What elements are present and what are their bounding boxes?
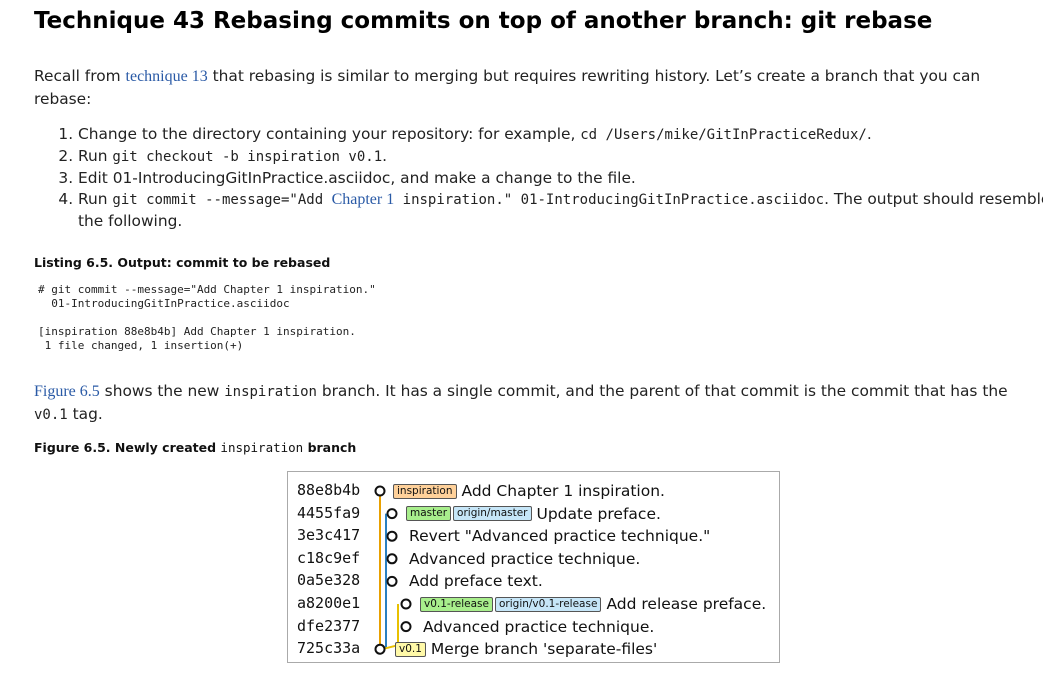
ref-label: v0.1 xyxy=(395,641,426,657)
step-4: Run git commit --message="Add Chapter 1 … xyxy=(78,189,1043,232)
ref-label: master xyxy=(406,506,452,522)
intro-paragraph: Recall from technique 13 that rebasing i… xyxy=(34,65,1024,110)
commit-message: Update preface. xyxy=(536,504,661,523)
cd-command: cd /Users/mike/GitInPracticeRedux/ xyxy=(580,127,867,143)
commit-node xyxy=(386,530,398,542)
commit-node xyxy=(374,643,386,655)
commit-row: v0.1 Merge branch 'separate-files' xyxy=(395,639,657,659)
commit-hash: c18c9ef xyxy=(297,548,361,567)
commit-hash: a8200e1 xyxy=(297,594,361,612)
commit-node xyxy=(400,598,412,610)
ref-label: origin/v0.1-release xyxy=(495,596,602,612)
commit-row: v0.1-release origin/v0.1-release Add relea… xyxy=(420,594,766,614)
commit-message: Revert "Advanced practice technique." xyxy=(409,527,711,546)
commit-node xyxy=(386,508,398,520)
commit-hash: 3e3c417 xyxy=(297,526,361,545)
commit-hash: 88e8b4b xyxy=(297,481,361,499)
commit-message: Add preface text. xyxy=(409,572,543,591)
commit-row: Advanced practice technique. xyxy=(420,617,654,637)
figure-6-5-link[interactable]: Figure 6.5 xyxy=(34,383,100,400)
commit-node xyxy=(374,485,386,497)
commit-row: master origin/master Update preface. xyxy=(406,504,661,524)
listing-code: # git commit --message="Add Chapter 1 in… xyxy=(38,283,376,352)
commit-message: Add Chapter 1 inspiration. xyxy=(461,482,665,500)
commit-node xyxy=(386,575,398,587)
commit-hash: 0a5e328 xyxy=(297,571,361,590)
checkout-command: git checkout -b inspiration v0.1 xyxy=(112,149,383,165)
commit-hash: 4455fa9 xyxy=(297,503,361,522)
figure-caption: Figure 6.5. Newly created inspiration br… xyxy=(34,440,357,455)
ref-label: origin/master xyxy=(453,506,532,522)
step-1: Change to the directory containing your … xyxy=(78,124,1043,146)
intro-text-1: Recall from xyxy=(34,67,126,85)
figure-paragraph: Figure 6.5 shows the new inspiration bra… xyxy=(34,382,1008,423)
commit-hash: dfe2377 xyxy=(297,616,361,635)
commit-node xyxy=(386,553,398,565)
technique-13-link[interactable]: technique 13 xyxy=(126,68,208,85)
commit-row: Revert "Advanced practice technique." xyxy=(406,526,710,546)
steps-list: Change to the directory containing your … xyxy=(34,124,1043,232)
page-title: Technique 43 Rebasing commits on top of … xyxy=(34,8,933,34)
commit-row: Add preface text. xyxy=(406,571,543,591)
listing-caption: Listing 6.5. Output: commit to be rebase… xyxy=(34,255,331,270)
commit-message: Merge branch 'separate-files' xyxy=(430,640,658,659)
commit-hash: 725c33a xyxy=(297,639,361,658)
commit-message: Add release preface. xyxy=(606,595,767,613)
commit-row: Advanced practice technique. xyxy=(406,549,640,569)
commit-command: git commit --message="Add xyxy=(112,192,332,208)
commit-node xyxy=(400,621,412,633)
ref-label: v0.1-release xyxy=(420,596,493,612)
ref-label: inspiration xyxy=(393,483,457,499)
step-3: Edit 01-IntroducingGitInPractice.asciido… xyxy=(78,168,1043,189)
step-2: Run git checkout -b inspiration v0.1. xyxy=(78,146,1043,168)
commit-graph-figure: 88e8b4b inspiration Add Chapter 1 inspirat… xyxy=(287,471,780,663)
commit-row: inspiration Add Chapter 1 inspiration. xyxy=(393,481,665,501)
commit-message: Advanced practice technique. xyxy=(409,549,641,568)
chapter-1-link[interactable]: Chapter 1 xyxy=(332,191,395,208)
commit-message: Advanced practice technique. xyxy=(423,617,655,636)
